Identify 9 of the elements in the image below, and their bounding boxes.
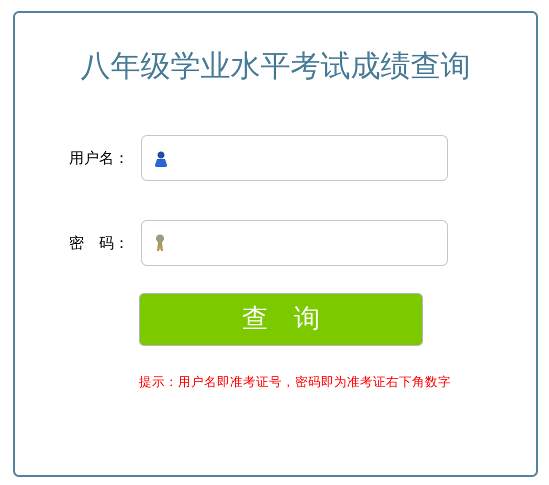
hint-text: 提示：用户名即准考证号，密码即为准考证右下角数字 — [139, 373, 452, 391]
page-title: 八年级学业水平考试成绩查询 — [80, 49, 472, 85]
user-icon — [155, 151, 167, 166]
field-label: 密 码： — [68, 232, 130, 254]
field-label: 用户名： — [68, 148, 130, 169]
password-field[interactable] — [141, 220, 448, 266]
query-button[interactable]: 查 询 — [139, 293, 423, 346]
username-field[interactable] — [141, 135, 448, 181]
key-icon — [156, 234, 164, 251]
